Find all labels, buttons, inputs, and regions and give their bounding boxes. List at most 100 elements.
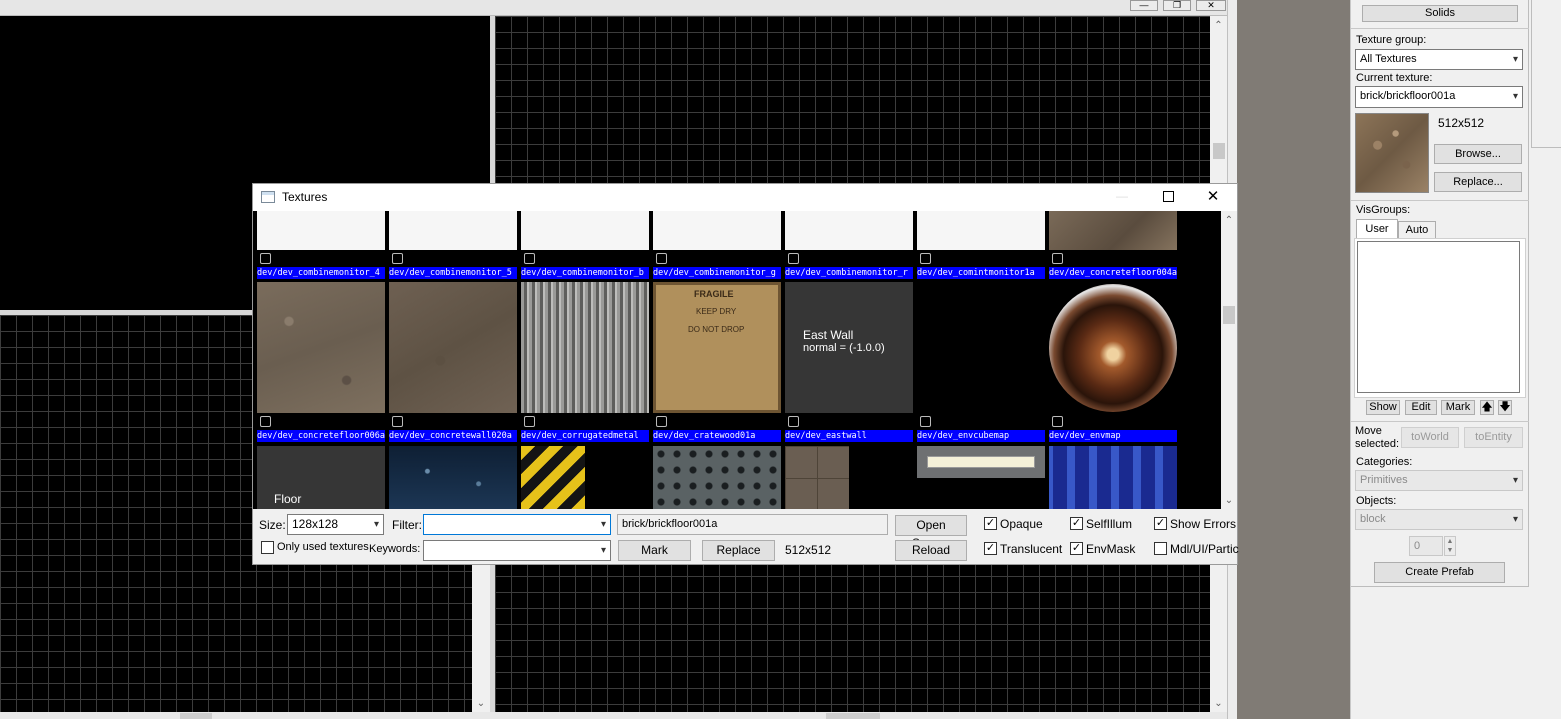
texture-thumb[interactable]: [917, 446, 1045, 478]
replace-button[interactable]: Replace: [702, 540, 775, 561]
scroll-thumb[interactable]: [1223, 306, 1235, 324]
size-select[interactable]: 128x128 ▾: [287, 514, 384, 535]
solids-button[interactable]: Solids: [1362, 5, 1518, 22]
texture-name[interactable]: dev/dev_envcubemap: [917, 430, 1045, 442]
reload-button[interactable]: Reload: [895, 540, 967, 561]
texture-thumb[interactable]: [389, 211, 517, 250]
envmask-checkbox[interactable]: ✓: [1070, 542, 1083, 555]
texture-thumb[interactable]: [785, 446, 849, 509]
texture-checkbox[interactable]: [788, 253, 799, 264]
texture-thumb[interactable]: [1049, 446, 1177, 509]
texture-name[interactable]: dev/dev_eastwall: [785, 430, 913, 442]
texture-checkbox[interactable]: [656, 416, 667, 427]
spinner-buttons[interactable]: ▲ ▼: [1444, 536, 1456, 556]
mdl-ui-particle-checkbox[interactable]: [1154, 542, 1167, 555]
spin-down-icon[interactable]: ▼: [1445, 546, 1455, 555]
texture-name[interactable]: dev/dev_comintmonitor1a: [917, 267, 1045, 279]
texture-checkbox[interactable]: [1052, 253, 1063, 264]
texture-checkbox[interactable]: [920, 416, 931, 427]
translucent-checkbox[interactable]: ✓: [984, 542, 997, 555]
keywords-input[interactable]: ▾: [423, 540, 611, 561]
only-used-textures-checkbox[interactable]: [261, 541, 274, 554]
scroll-up-icon[interactable]: ⌃: [1221, 215, 1237, 227]
texture-name[interactable]: dev/dev_combinemonitor_4: [257, 267, 385, 279]
visgroups-list[interactable]: [1357, 241, 1520, 393]
create-prefab-button[interactable]: Create Prefab: [1374, 562, 1505, 583]
browse-button[interactable]: Browse...: [1434, 144, 1522, 164]
to-world-button[interactable]: toWorld: [1401, 427, 1459, 448]
texture-name[interactable]: dev/dev_envmap: [1049, 430, 1177, 442]
scroll-thumb[interactable]: [1213, 143, 1225, 159]
texture-name[interactable]: dev/dev_corrugatedmetal: [521, 430, 649, 442]
texture-checkbox[interactable]: [392, 416, 403, 427]
texture-checkbox[interactable]: [656, 253, 667, 264]
scroll-down-icon[interactable]: ⌄: [472, 698, 490, 710]
h-scroll-thumb[interactable]: [826, 713, 880, 719]
mark-button[interactable]: Mark: [1441, 400, 1475, 415]
texture-checkbox[interactable]: [392, 253, 403, 264]
show-errors-checkbox[interactable]: ✓: [1154, 517, 1167, 530]
scroll-down-icon[interactable]: ⌄: [1221, 495, 1237, 507]
texture-name[interactable]: dev/dev_combinemonitor_g: [653, 267, 781, 279]
mark-button[interactable]: Mark: [618, 540, 691, 561]
texture-name[interactable]: dev/dev_combinemonitor_r: [785, 267, 913, 279]
texture-thumb-concretefloor006a[interactable]: [257, 282, 385, 413]
window-maximize-button[interactable]: [1153, 186, 1183, 208]
texture-thumb[interactable]: [521, 211, 649, 250]
texture-name[interactable]: dev/dev_concretefloor006a: [257, 430, 385, 442]
horizontal-scrollbar[interactable]: [0, 712, 1227, 719]
spinner-input[interactable]: 0: [1409, 536, 1443, 556]
texture-thumb[interactable]: [917, 211, 1045, 250]
texture-thumb[interactable]: [653, 446, 781, 509]
categories-select[interactable]: Primitives ▾: [1355, 470, 1523, 491]
texture-grid-scrollbar[interactable]: ⌃ ⌄: [1221, 211, 1237, 509]
open-source-button[interactable]: Open Source: [895, 515, 967, 550]
scroll-down-icon[interactable]: ⌄: [1210, 698, 1227, 710]
texture-checkbox[interactable]: [260, 416, 271, 427]
filter-input[interactable]: ▾: [423, 514, 611, 535]
texture-thumb[interactable]: [257, 211, 385, 250]
texture-thumb[interactable]: [653, 211, 781, 250]
texture-thumb-cratewood01a[interactable]: FRAGILE KEEP DRY DO NOT DROP: [653, 282, 781, 413]
texture-thumb[interactable]: [1049, 211, 1177, 250]
texture-name[interactable]: dev/dev_combinemonitor_5: [389, 267, 517, 279]
texture-thumb[interactable]: [389, 446, 517, 509]
window-close-button[interactable]: ✕: [1198, 186, 1228, 208]
scroll-up-icon[interactable]: ⌃: [1210, 20, 1227, 32]
restore-button[interactable]: ❐: [1163, 0, 1191, 11]
texture-name[interactable]: dev/dev_concretewall020a: [389, 430, 517, 442]
spin-up-icon[interactable]: ▲: [1445, 537, 1455, 546]
show-button[interactable]: Show: [1366, 400, 1400, 415]
texture-checkbox[interactable]: [524, 253, 535, 264]
opaque-checkbox[interactable]: ✓: [984, 517, 997, 530]
move-up-button[interactable]: 🡅: [1480, 400, 1494, 415]
texture-thumb-floor[interactable]: Floor: [257, 446, 385, 509]
move-down-button[interactable]: 🡇: [1498, 400, 1512, 415]
texture-thumb-envmap[interactable]: [1049, 282, 1177, 413]
close-button[interactable]: ✕: [1196, 0, 1226, 11]
tab-user[interactable]: User: [1356, 219, 1398, 239]
h-scroll-thumb[interactable]: [180, 713, 212, 719]
texture-thumb[interactable]: [785, 211, 913, 250]
window-minimize-button[interactable]: —: [1107, 186, 1137, 208]
textures-titlebar[interactable]: Textures — ✕: [253, 184, 1237, 211]
texture-checkbox[interactable]: [524, 416, 535, 427]
minimize-button[interactable]: —: [1130, 0, 1158, 11]
tab-auto[interactable]: Auto: [1398, 221, 1436, 239]
replace-button[interactable]: Replace...: [1434, 172, 1522, 192]
selfillum-checkbox[interactable]: ✓: [1070, 517, 1083, 530]
texture-name[interactable]: dev/dev_combinemonitor_b: [521, 267, 649, 279]
texture-group-select[interactable]: All Textures ▾: [1355, 49, 1523, 70]
texture-thumb-corrugatedmetal[interactable]: [521, 282, 649, 413]
texture-thumb-eastwall[interactable]: East Wall normal = (-1.0.0): [785, 282, 913, 413]
texture-name[interactable]: dev/dev_concretefloor004a: [1049, 267, 1177, 279]
current-texture-select[interactable]: brick/brickfloor001a ▾: [1355, 86, 1523, 108]
texture-name[interactable]: dev/dev_cratewood01a: [653, 430, 781, 442]
edit-button[interactable]: Edit: [1405, 400, 1437, 415]
texture-checkbox[interactable]: [920, 253, 931, 264]
objects-select[interactable]: block ▾: [1355, 509, 1523, 530]
texture-checkbox[interactable]: [260, 253, 271, 264]
texture-thumb-concretewall020a[interactable]: [389, 282, 517, 413]
texture-grid[interactable]: dev/dev_combinemonitor_4 dev/dev_combine…: [253, 211, 1221, 509]
texture-thumb[interactable]: [521, 446, 585, 509]
